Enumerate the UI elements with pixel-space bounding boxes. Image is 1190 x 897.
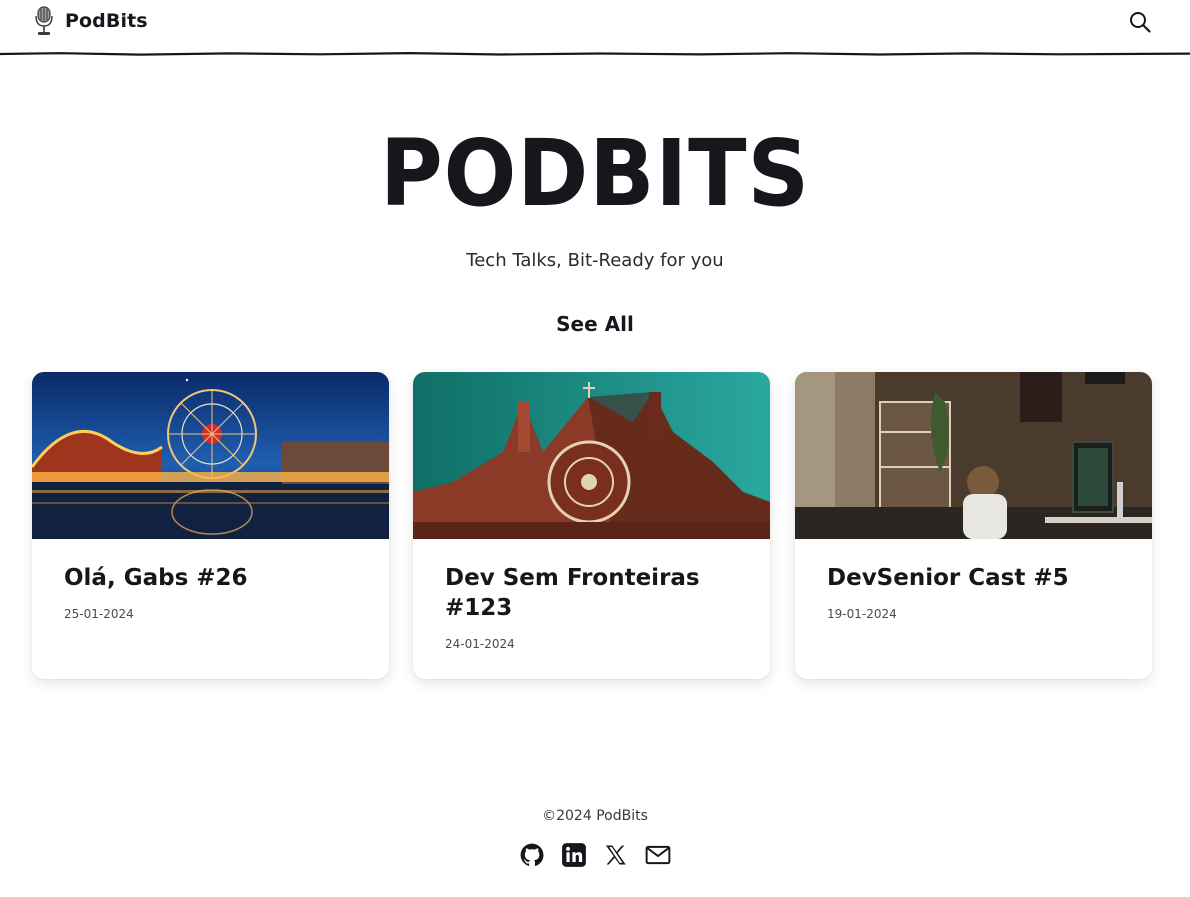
hero-subtitle: Tech Talks, Bit-Ready for you <box>466 250 724 271</box>
card-title: Olá, Gabs #26 <box>64 565 248 591</box>
episode-cards: Olá, Gabs #26 25-01-2024 Dev Sem Frontei… <box>32 372 1152 679</box>
header-divider <box>0 51 1190 56</box>
mail-link[interactable] <box>644 841 672 869</box>
x-link[interactable] <box>602 841 630 869</box>
episode-card[interactable]: Dev Sem Fronteiras #123 24-01-2024 <box>413 372 770 679</box>
amusement-park-night-image <box>32 372 389 539</box>
card-title: DevSenior Cast #5 <box>827 565 1069 591</box>
card-date: 24-01-2024 <box>445 637 515 651</box>
microphone-icon <box>35 6 53 35</box>
see-all-container: See All <box>0 312 1190 336</box>
github-link[interactable] <box>518 841 546 869</box>
episode-card[interactable]: DevSenior Cast #5 19-01-2024 <box>795 372 1152 679</box>
top-header: PodBits <box>0 0 1190 56</box>
church-facade-image <box>413 372 770 539</box>
social-links <box>518 841 672 869</box>
brand-link[interactable]: PodBits <box>33 6 148 36</box>
card-date: 25-01-2024 <box>64 607 134 621</box>
episode-card[interactable]: Olá, Gabs #26 25-01-2024 <box>32 372 389 679</box>
search-button[interactable] <box>1126 8 1154 36</box>
brand-name: PodBits <box>65 10 148 32</box>
copyright-text: ©2024 PodBits <box>542 808 648 824</box>
github-icon <box>520 843 544 866</box>
mail-icon <box>645 845 671 865</box>
card-title: Dev Sem Fronteiras #123 <box>445 565 700 621</box>
search-icon <box>1130 12 1151 33</box>
linkedin-icon <box>562 843 586 867</box>
x-icon <box>606 845 626 865</box>
hero-title: PODBITS <box>379 120 811 227</box>
child-at-computer-image <box>795 372 1152 539</box>
linkedin-link[interactable] <box>560 841 588 869</box>
see-all-link[interactable]: See All <box>556 312 634 336</box>
card-date: 19-01-2024 <box>827 607 897 621</box>
